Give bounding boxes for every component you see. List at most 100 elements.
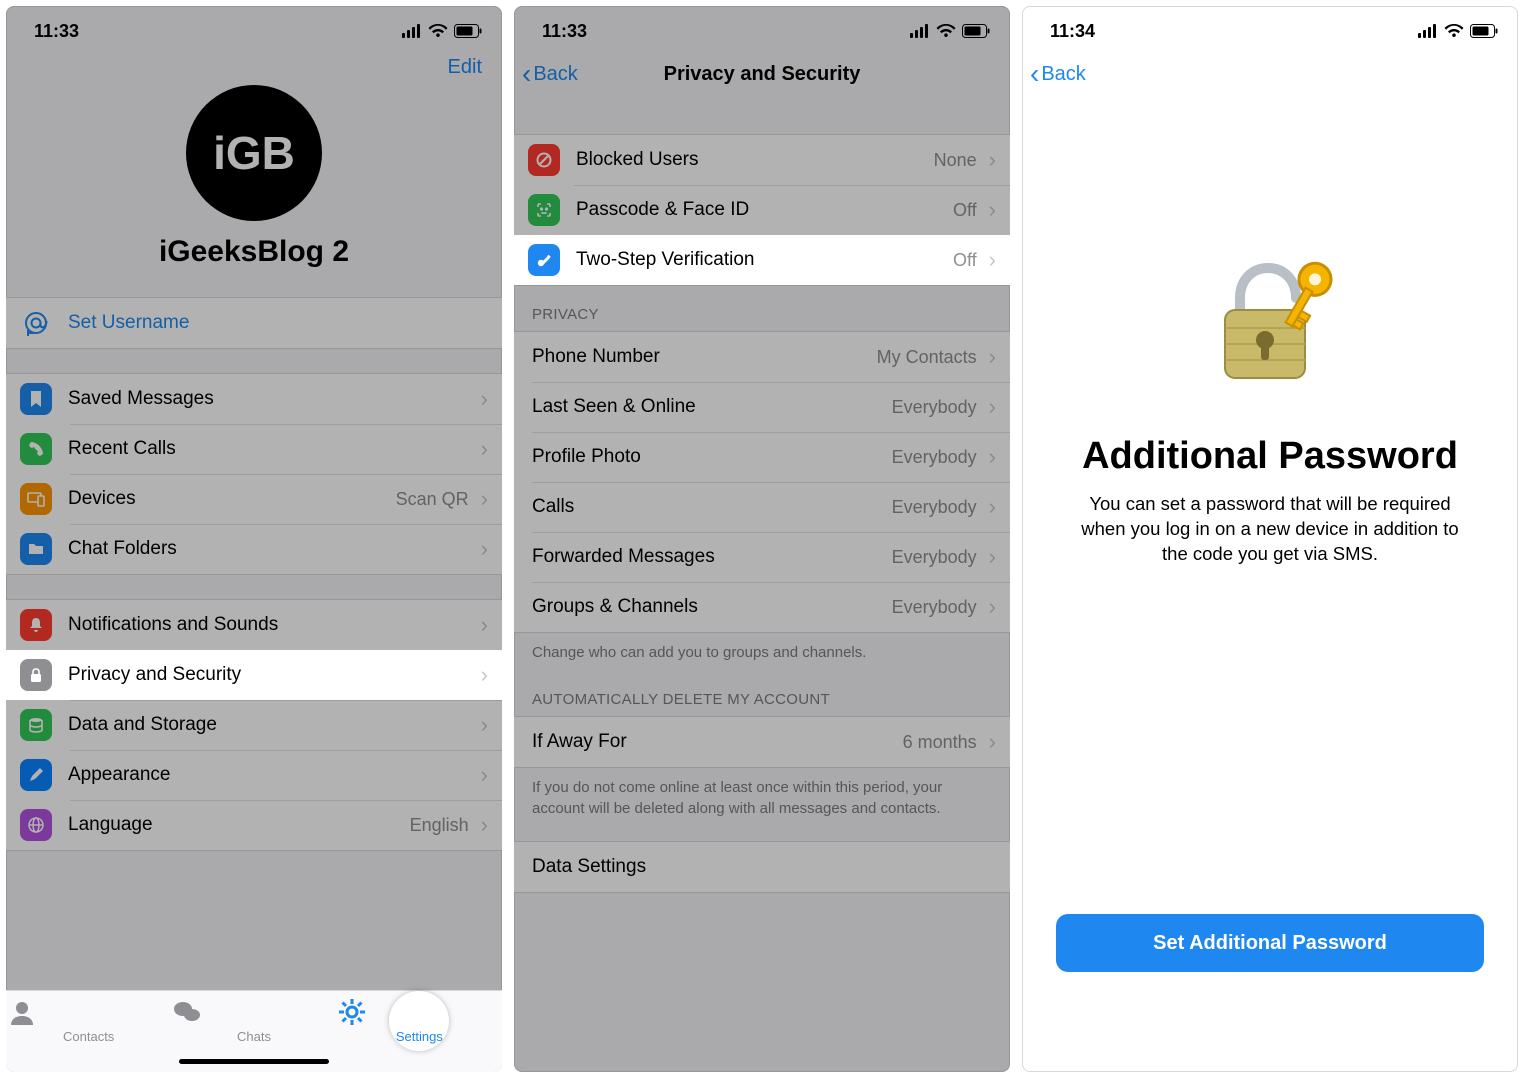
row-label: Last Seen & Online bbox=[532, 396, 892, 418]
row-label: Profile Photo bbox=[532, 446, 892, 468]
row-groups-channels[interactable]: Groups & Channels Everybody › bbox=[514, 582, 1010, 632]
row-label: Groups & Channels bbox=[532, 596, 892, 618]
row-detail: Everybody bbox=[892, 497, 977, 518]
lock-icon bbox=[20, 659, 52, 691]
chevron-right-icon: › bbox=[481, 662, 488, 688]
home-indicator[interactable] bbox=[179, 1059, 329, 1064]
row-chat-folders[interactable]: Chat Folders › bbox=[6, 524, 502, 574]
screenshot-3-additional-password: 11:34 ‹Back bbox=[1022, 6, 1518, 1072]
chevron-right-icon: › bbox=[989, 344, 996, 370]
row-calls[interactable]: Calls Everybody › bbox=[514, 482, 1010, 532]
chevron-right-icon: › bbox=[989, 594, 996, 620]
chevron-right-icon: › bbox=[989, 444, 996, 470]
battery-icon bbox=[1470, 24, 1498, 38]
back-button[interactable]: ‹Back bbox=[1030, 60, 1086, 88]
row-data-storage[interactable]: Data and Storage › bbox=[6, 700, 502, 750]
row-forwarded-messages[interactable]: Forwarded Messages Everybody › bbox=[514, 532, 1010, 582]
auto-delete-header: AUTOMATICALLY DELETE MY ACCOUNT bbox=[514, 671, 1010, 716]
back-button[interactable]: ‹Back bbox=[522, 60, 578, 88]
cta-wrap: Set Additional Password bbox=[1022, 914, 1518, 972]
row-notifications[interactable]: Notifications and Sounds › bbox=[6, 600, 502, 650]
status-time: 11:33 bbox=[542, 21, 587, 42]
signal-icon bbox=[910, 24, 930, 38]
row-privacy-security[interactable]: Privacy and Security › bbox=[6, 650, 502, 700]
back-label: Back bbox=[533, 63, 577, 86]
tab-contacts[interactable]: Contacts bbox=[7, 997, 171, 1044]
avatar[interactable]: iGB bbox=[186, 85, 322, 221]
chevron-right-icon: › bbox=[481, 762, 488, 788]
hero-description: You can set a password that will be requ… bbox=[1062, 492, 1478, 567]
row-detail: Everybody bbox=[892, 597, 977, 618]
row-recent-calls[interactable]: Recent Calls › bbox=[6, 424, 502, 474]
row-label: Language bbox=[68, 814, 410, 836]
row-blocked-users[interactable]: Blocked Users None › bbox=[514, 135, 1010, 185]
chevron-right-icon: › bbox=[989, 247, 996, 273]
section-security: Blocked Users None › Passcode & Face ID … bbox=[514, 134, 1010, 286]
section-auto-delete: If Away For 6 months › bbox=[514, 716, 1010, 768]
tab-label: Contacts bbox=[7, 1029, 171, 1044]
chevron-right-icon: › bbox=[989, 197, 996, 223]
row-set-username[interactable]: Set Username bbox=[6, 298, 502, 348]
row-detail: My Contacts bbox=[877, 347, 977, 368]
section-data-settings: Data Settings bbox=[514, 841, 1010, 893]
gear-icon bbox=[337, 997, 501, 1029]
tab-settings[interactable]: Settings bbox=[337, 997, 501, 1044]
row-phone-number[interactable]: Phone Number My Contacts › bbox=[514, 332, 1010, 382]
row-language[interactable]: Language English › bbox=[6, 800, 502, 850]
tab-chats[interactable]: Chats bbox=[172, 997, 336, 1044]
screenshot-1-settings: 11:33 Edit iGB iGeeksBlog 2 Set Username bbox=[6, 6, 502, 1072]
row-label: Appearance bbox=[68, 764, 477, 786]
status-icons bbox=[402, 24, 482, 38]
row-two-step-verification[interactable]: Two-Step Verification Off › bbox=[514, 235, 1010, 285]
row-devices[interactable]: Devices Scan QR › bbox=[6, 474, 502, 524]
chevron-right-icon: › bbox=[989, 544, 996, 570]
chevron-right-icon: › bbox=[481, 612, 488, 638]
row-detail: Off bbox=[953, 250, 977, 271]
row-label: Chat Folders bbox=[68, 538, 477, 560]
away-footer: If you do not come online at least once … bbox=[514, 768, 1010, 827]
tab-label: Chats bbox=[172, 1029, 336, 1044]
folder-icon bbox=[20, 533, 52, 565]
row-label: Calls bbox=[532, 496, 892, 518]
chevron-right-icon: › bbox=[481, 712, 488, 738]
row-passcode[interactable]: Passcode & Face ID Off › bbox=[514, 185, 1010, 235]
row-detail: Everybody bbox=[892, 447, 977, 468]
bell-icon bbox=[20, 609, 52, 641]
chevron-right-icon: › bbox=[989, 494, 996, 520]
chevron-right-icon: › bbox=[989, 147, 996, 173]
edit-button[interactable]: Edit bbox=[448, 56, 482, 79]
key-icon bbox=[528, 244, 560, 276]
row-detail: Scan QR bbox=[396, 489, 469, 510]
profile-name: iGeeksBlog 2 bbox=[6, 235, 502, 269]
row-profile-photo[interactable]: Profile Photo Everybody › bbox=[514, 432, 1010, 482]
chevron-right-icon: › bbox=[481, 536, 488, 562]
row-saved-messages[interactable]: Saved Messages › bbox=[6, 374, 502, 424]
signal-icon bbox=[1418, 24, 1438, 38]
row-appearance[interactable]: Appearance › bbox=[6, 750, 502, 800]
chats-icon bbox=[172, 997, 336, 1029]
row-label: Forwarded Messages bbox=[532, 546, 892, 568]
row-last-seen[interactable]: Last Seen & Online Everybody › bbox=[514, 382, 1010, 432]
status-icons bbox=[1418, 24, 1498, 38]
wifi-icon bbox=[1444, 24, 1464, 38]
wifi-icon bbox=[936, 24, 956, 38]
row-detail: Everybody bbox=[892, 547, 977, 568]
face-id-icon bbox=[528, 194, 560, 226]
status-icons bbox=[910, 24, 990, 38]
row-label: Devices bbox=[68, 488, 396, 510]
nav-bar: Edit bbox=[6, 50, 502, 85]
row-if-away-for[interactable]: If Away For 6 months › bbox=[514, 717, 1010, 767]
chevron-left-icon: ‹ bbox=[522, 60, 531, 88]
screenshot-2-privacy: 11:33 ‹Back Privacy and Security Blocked… bbox=[514, 6, 1010, 1072]
section-general: Saved Messages › Recent Calls › Devices … bbox=[6, 373, 502, 575]
set-additional-password-button[interactable]: Set Additional Password bbox=[1056, 914, 1484, 972]
row-detail: 6 months bbox=[903, 732, 977, 753]
section-privacy: Phone Number My Contacts › Last Seen & O… bbox=[514, 331, 1010, 633]
row-data-settings[interactable]: Data Settings bbox=[514, 842, 1010, 892]
nav-title: Privacy and Security bbox=[664, 63, 861, 86]
globe-icon bbox=[20, 809, 52, 841]
username-section: Set Username bbox=[6, 297, 502, 349]
set-username-label: Set Username bbox=[68, 312, 488, 334]
row-label: Passcode & Face ID bbox=[576, 199, 953, 221]
status-time: 11:33 bbox=[34, 21, 79, 42]
